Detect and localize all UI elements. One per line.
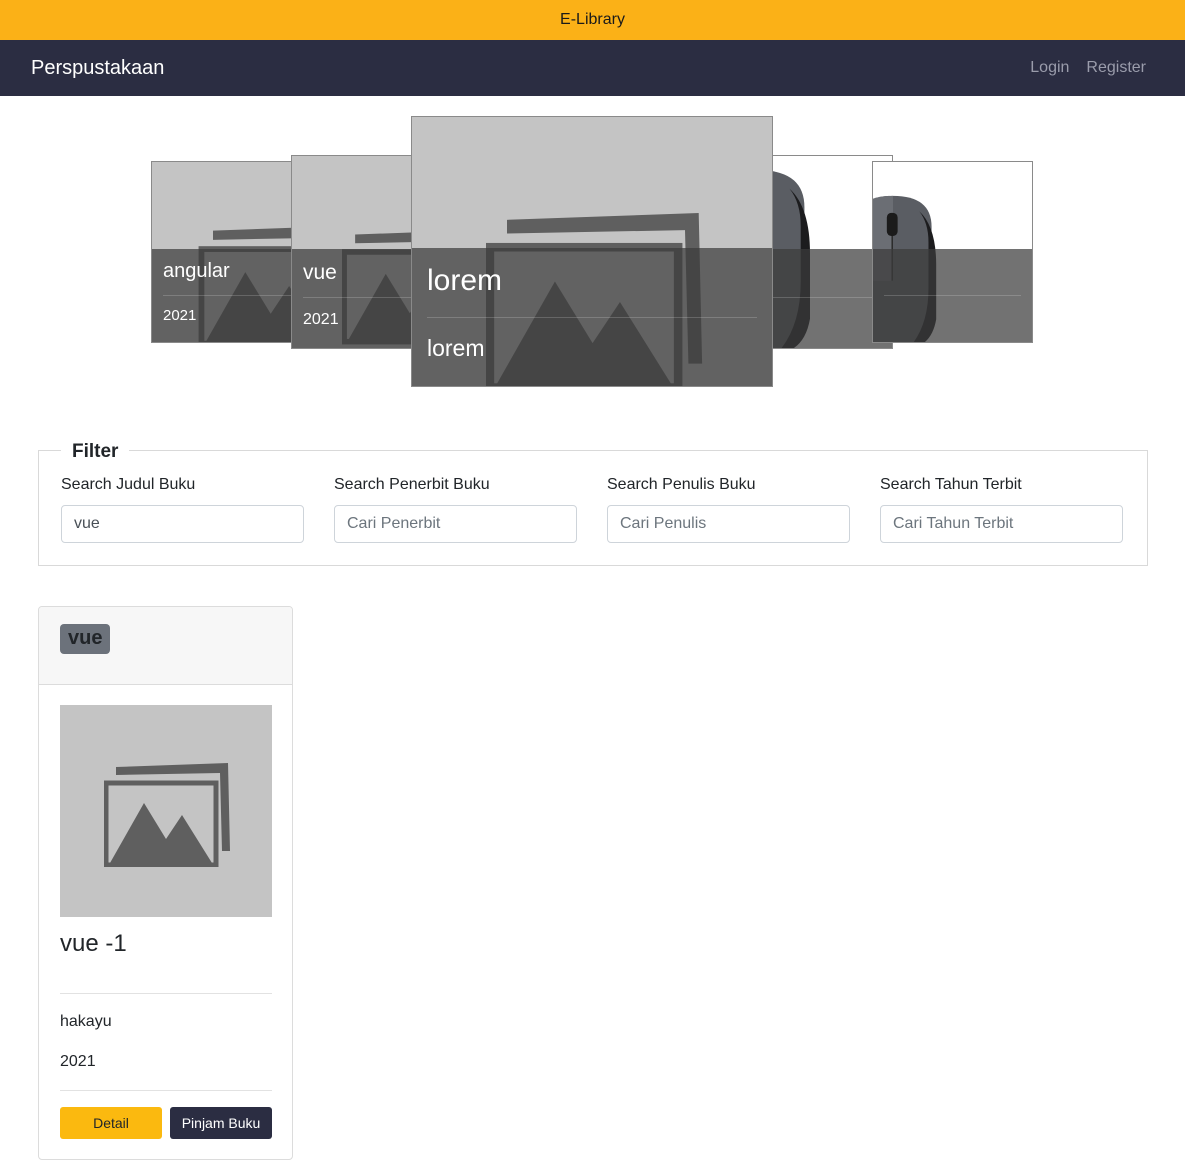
register-link[interactable]: Register <box>1086 59 1146 77</box>
slide-subtitle: 2021 <box>303 311 339 328</box>
book-title: vue -1 <box>60 930 127 957</box>
search-year-input[interactable] <box>880 505 1123 543</box>
filter-legend: Filter <box>61 441 130 463</box>
book-card: vue vue -1 hakayu 2021 Detail Pinjam Buk… <box>38 606 293 1160</box>
navbar-brand[interactable]: Perspustakaan <box>31 57 164 80</box>
slide-caption: angular 2021 <box>152 249 310 342</box>
slide-subtitle: lorem <box>427 335 485 361</box>
login-link[interactable]: Login <box>1030 59 1069 77</box>
book-cover <box>60 705 272 917</box>
filter-author-group: Search Penulis Buku <box>607 476 851 543</box>
category-badge: vue <box>60 624 111 654</box>
slide-title: vue <box>303 261 337 284</box>
carousel-slide-active[interactable]: lorem lorem <box>411 116 773 387</box>
search-author-input[interactable] <box>607 505 850 543</box>
filter-title-group: Search Judul Buku <box>61 476 305 543</box>
borrow-book-button[interactable]: Pinjam Buku <box>170 1107 272 1139</box>
book-year: 2021 <box>60 1053 96 1070</box>
top-banner-title: E-Library <box>560 11 625 28</box>
filter-year-label: Search Tahun Terbit <box>880 476 1022 493</box>
book-carousel[interactable]: angular 2021 vue 2021 lorem lorem <box>0 96 1185 406</box>
filter-publisher-label: Search Penerbit Buku <box>334 476 490 493</box>
slide-title: angular <box>163 260 230 282</box>
placeholder-image-icon <box>104 763 232 867</box>
card-divider <box>60 1090 272 1091</box>
card-divider <box>60 993 272 994</box>
filter-fieldset: Filter Search Judul Buku Search Penerbit… <box>38 441 1148 566</box>
navbar-links: Login Register <box>1030 59 1154 77</box>
book-card-header: vue <box>39 607 292 685</box>
top-banner: E-Library <box>0 0 1185 40</box>
navbar: Perspustakaan Login Register <box>0 40 1185 96</box>
book-author: hakayu <box>60 1013 112 1030</box>
filter-year-group: Search Tahun Terbit <box>880 476 1124 543</box>
slide-caption <box>873 249 1032 342</box>
filter-title-label: Search Judul Buku <box>61 476 196 493</box>
filter-publisher-group: Search Penerbit Buku <box>334 476 578 543</box>
search-publisher-input[interactable] <box>334 505 577 543</box>
carousel-slide-1[interactable]: angular 2021 <box>151 161 311 343</box>
slide-caption: lorem lorem <box>412 248 772 386</box>
filter-author-label: Search Penulis Buku <box>607 476 756 493</box>
search-title-input[interactable] <box>61 505 304 543</box>
detail-button[interactable]: Detail <box>60 1107 162 1139</box>
slide-title: lorem <box>427 264 503 297</box>
carousel-slide-5[interactable] <box>872 161 1033 343</box>
slide-subtitle: 2021 <box>163 307 197 324</box>
